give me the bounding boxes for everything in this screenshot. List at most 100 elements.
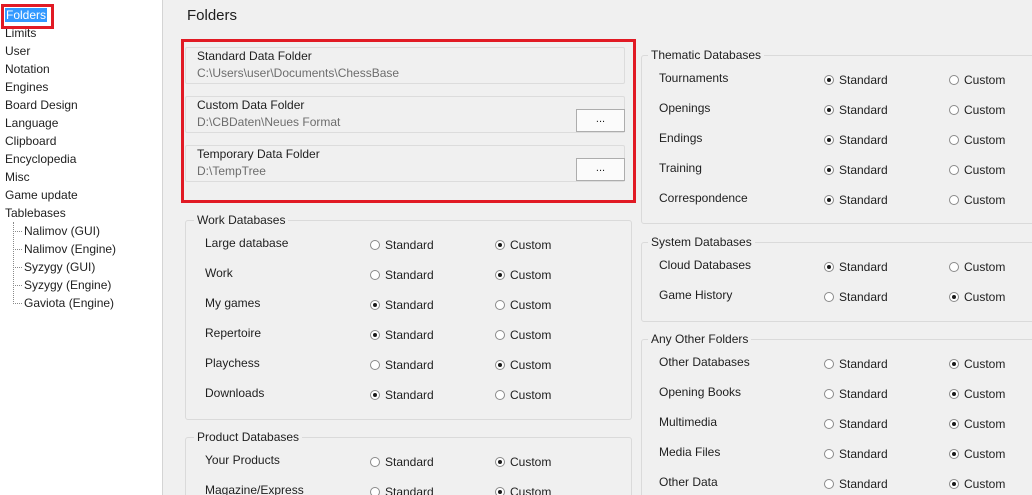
radio-dot-icon — [949, 165, 959, 175]
radio-dot-icon — [949, 479, 959, 489]
radio-label: Standard — [839, 73, 888, 87]
tree-item-game-update[interactable]: Game update — [5, 187, 78, 204]
opening-books-custom-radio[interactable]: Custom — [949, 387, 1005, 401]
tree-item-engines[interactable]: Engines — [5, 79, 48, 96]
your-products-custom-radio[interactable]: Custom — [495, 455, 551, 469]
radio-dot-icon — [370, 487, 380, 495]
tree-connector — [13, 249, 22, 250]
custom-data-folder-path: D:\CBDaten\Neues Format — [197, 115, 341, 129]
game-history-standard-radio[interactable]: Standard — [824, 290, 888, 304]
game-history-custom-radio[interactable]: Custom — [949, 290, 1005, 304]
cloud-databases-standard-radio[interactable]: Standard — [824, 260, 888, 274]
tree-item-nalimov-engine[interactable]: Nalimov (Engine) — [24, 241, 116, 258]
work-standard-radio[interactable]: Standard — [370, 268, 434, 282]
playchess-standard-radio[interactable]: Standard — [370, 358, 434, 372]
radio-dot-icon — [495, 270, 505, 280]
tree-item-syzygy-engine[interactable]: Syzygy (Engine) — [24, 277, 111, 294]
tournaments-custom-radio[interactable]: Custom — [949, 73, 1005, 87]
tree-item-encyclopedia[interactable]: Encyclopedia — [5, 151, 76, 168]
temporary-folder-browse-button[interactable]: ... — [576, 158, 625, 181]
training-label: Training — [659, 161, 702, 175]
tree-item-label: Syzygy (GUI) — [24, 260, 96, 274]
radio-dot-icon — [495, 360, 505, 370]
standard-data-folder-path: C:\Users\user\Documents\ChessBase — [197, 66, 400, 80]
downloads-standard-radio[interactable]: Standard — [370, 388, 434, 402]
radio-dot-icon — [370, 360, 380, 370]
tree-item-board-design[interactable]: Board Design — [5, 97, 78, 114]
large-database-standard-radio[interactable]: Standard — [370, 238, 434, 252]
multimedia-standard-radio[interactable]: Standard — [824, 417, 888, 431]
radio-dot-icon — [824, 105, 834, 115]
repertoire-custom-radio[interactable]: Custom — [495, 328, 551, 342]
radio-label: Standard — [839, 357, 888, 371]
radio-label: Standard — [385, 358, 434, 372]
radio-label: Standard — [839, 163, 888, 177]
opening-books-standard-radio[interactable]: Standard — [824, 387, 888, 401]
radio-dot-icon — [495, 300, 505, 310]
correspondence-standard-radio[interactable]: Standard — [824, 193, 888, 207]
other-data-custom-radio[interactable]: Custom — [949, 477, 1005, 491]
radio-label: Standard — [385, 485, 434, 495]
tree-item-syzygy-gui[interactable]: Syzygy (GUI) — [24, 259, 95, 276]
multimedia-custom-radio[interactable]: Custom — [949, 417, 1005, 431]
endings-custom-radio[interactable]: Custom — [949, 133, 1005, 147]
tree-item-limits[interactable]: Limits — [5, 25, 36, 42]
radio-dot-icon — [824, 195, 834, 205]
radio-label: Custom — [964, 357, 1006, 371]
work-custom-radio[interactable]: Custom — [495, 268, 551, 282]
endings-standard-radio[interactable]: Standard — [824, 133, 888, 147]
tree-item-user[interactable]: User — [5, 43, 30, 60]
tree-item-folders[interactable]: Folders — [5, 7, 48, 24]
my-games-custom-radio[interactable]: Custom — [495, 298, 551, 312]
training-standard-radio[interactable]: Standard — [824, 163, 888, 177]
radio-dot-icon — [824, 389, 834, 399]
tree-item-tablebases[interactable]: Tablebases — [5, 205, 66, 222]
tournaments-label: Tournaments — [659, 71, 729, 85]
opening-books-label: Opening Books — [659, 385, 742, 399]
media-files-custom-radio[interactable]: Custom — [949, 447, 1005, 461]
tree-connector — [13, 267, 22, 268]
system-databases-title: System Databases — [648, 235, 755, 249]
tree-item-clipboard[interactable]: Clipboard — [5, 133, 56, 150]
tree-item-label: Misc — [5, 170, 30, 184]
cloud-databases-custom-radio[interactable]: Custom — [949, 260, 1005, 274]
custom-folder-browse-button[interactable]: ... — [576, 109, 625, 132]
repertoire-standard-radio[interactable]: Standard — [370, 328, 434, 342]
work-databases-title: Work Databases — [194, 213, 289, 227]
playchess-custom-radio[interactable]: Custom — [495, 358, 551, 372]
radio-dot-icon — [949, 389, 959, 399]
radio-dot-icon — [824, 75, 834, 85]
radio-label: Custom — [964, 387, 1006, 401]
radio-label: Standard — [385, 268, 434, 282]
tree-connector — [13, 303, 22, 304]
downloads-custom-radio[interactable]: Custom — [495, 388, 551, 402]
magazine-express-standard-radio[interactable]: Standard — [370, 485, 434, 495]
tournaments-standard-radio[interactable]: Standard — [824, 73, 888, 87]
training-custom-radio[interactable]: Custom — [949, 163, 1005, 177]
my-games-standard-radio[interactable]: Standard — [370, 298, 434, 312]
temporary-data-folder-label: Temporary Data Folder — [197, 147, 320, 161]
your-products-standard-radio[interactable]: Standard — [370, 455, 434, 469]
tree-item-language[interactable]: Language — [5, 115, 58, 132]
tree-item-notation[interactable]: Notation — [5, 61, 50, 78]
other-data-standard-radio[interactable]: Standard — [824, 477, 888, 491]
correspondence-custom-radio[interactable]: Custom — [949, 193, 1005, 207]
tree-item-label: User — [5, 44, 31, 58]
custom-data-folder-label: Custom Data Folder — [197, 98, 305, 112]
tree-item-misc[interactable]: Misc — [5, 169, 30, 186]
tree-item-label: Engines — [5, 80, 49, 94]
radio-label: Custom — [964, 73, 1006, 87]
endings-label: Endings — [659, 131, 703, 145]
large-database-custom-radio[interactable]: Custom — [495, 238, 551, 252]
openings-custom-radio[interactable]: Custom — [949, 103, 1005, 117]
page-title: Folders — [187, 7, 238, 24]
magazine-express-custom-radio[interactable]: Custom — [495, 485, 551, 495]
tree-item-gaviota-engine[interactable]: Gaviota (Engine) — [24, 295, 114, 312]
openings-standard-radio[interactable]: Standard — [824, 103, 888, 117]
work-label: Work — [205, 266, 233, 280]
media-files-label: Media Files — [659, 445, 721, 459]
other-databases-standard-radio[interactable]: Standard — [824, 357, 888, 371]
other-databases-custom-radio[interactable]: Custom — [949, 357, 1005, 371]
media-files-standard-radio[interactable]: Standard — [824, 447, 888, 461]
tree-item-nalimov-gui[interactable]: Nalimov (GUI) — [24, 223, 100, 240]
